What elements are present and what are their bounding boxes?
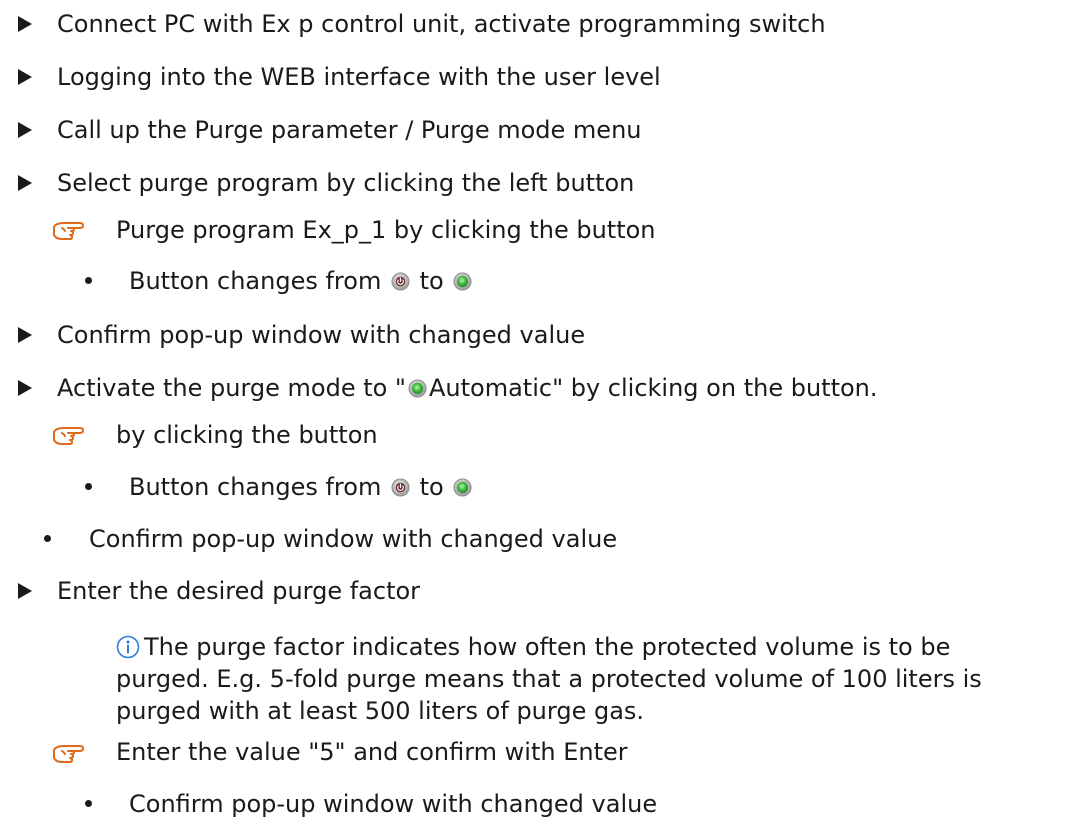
green-button-on-icon [453,272,472,291]
pointing-hand-icon [53,745,84,763]
green-button-on-icon [408,379,427,398]
step-marker-icon [18,175,32,191]
step-marker-icon [18,380,32,396]
step-marker-icon [18,583,32,599]
step-6: Activate the purge mode to " Automatic" b… [57,373,878,403]
step-marker-icon [18,16,32,32]
bullet-dot [85,800,92,807]
hint-1-text: Purge program Ex_p_1 by clicking the but… [116,216,656,244]
bullet-2: Button changes from to [129,472,474,502]
bullet-1-text-mid: to [419,267,444,295]
green-button-on-icon [453,478,472,497]
info-note-text-1: The purge factor indicates how often the… [144,633,951,661]
info-icon [116,635,140,659]
step-2-text: Logging into the WEB interface with the … [57,63,661,91]
pointing-hand-icon [53,427,84,445]
bullet-dot [85,483,92,490]
step-1-text: Connect PC with Ex p control unit, activ… [57,10,826,38]
step-6-text-after: Automatic" by clicking on the button. [428,374,878,402]
info-note-text-3: purged with at least 500 liters of purge… [116,697,645,725]
power-button-off-icon [391,478,410,497]
step-4-text: Select purge program by clicking the lef… [57,169,635,197]
info-note-text-2: purged. E.g. 5-fold purge means that a p… [116,665,982,693]
step-6-text-before: Activate the purge mode to " [57,374,406,402]
info-note-line-1: The purge factor indicates how often the… [116,632,950,662]
step-5-text: Confirm pop-up window with changed value [57,321,586,349]
step-marker-icon [18,327,32,343]
hint-3-text: Enter the value "5" and confirm with Ent… [116,738,628,766]
step-7-text: Enter the desired purge factor [57,577,421,605]
bullet-dot [44,535,51,542]
bullet-1: Button changes from to [129,266,474,296]
bullet-4-text: Confirm pop-up window with changed value [129,790,658,818]
hint-2-text: by clicking the button [116,421,378,449]
step-marker-icon [18,69,32,85]
bullet-1-text-before: Button changes from [129,267,382,295]
bullet-2-text-before: Button changes from [129,473,382,501]
power-button-off-icon [391,272,410,291]
pointing-hand-icon [53,222,84,240]
bullet-2-text-mid: to [419,473,444,501]
step-marker-icon [18,122,32,138]
step-3-text: Call up the Purge parameter / Purge mode… [57,116,642,144]
bullet-dot [85,277,92,284]
bullet-3-text: Confirm pop-up window with changed value [89,525,618,553]
